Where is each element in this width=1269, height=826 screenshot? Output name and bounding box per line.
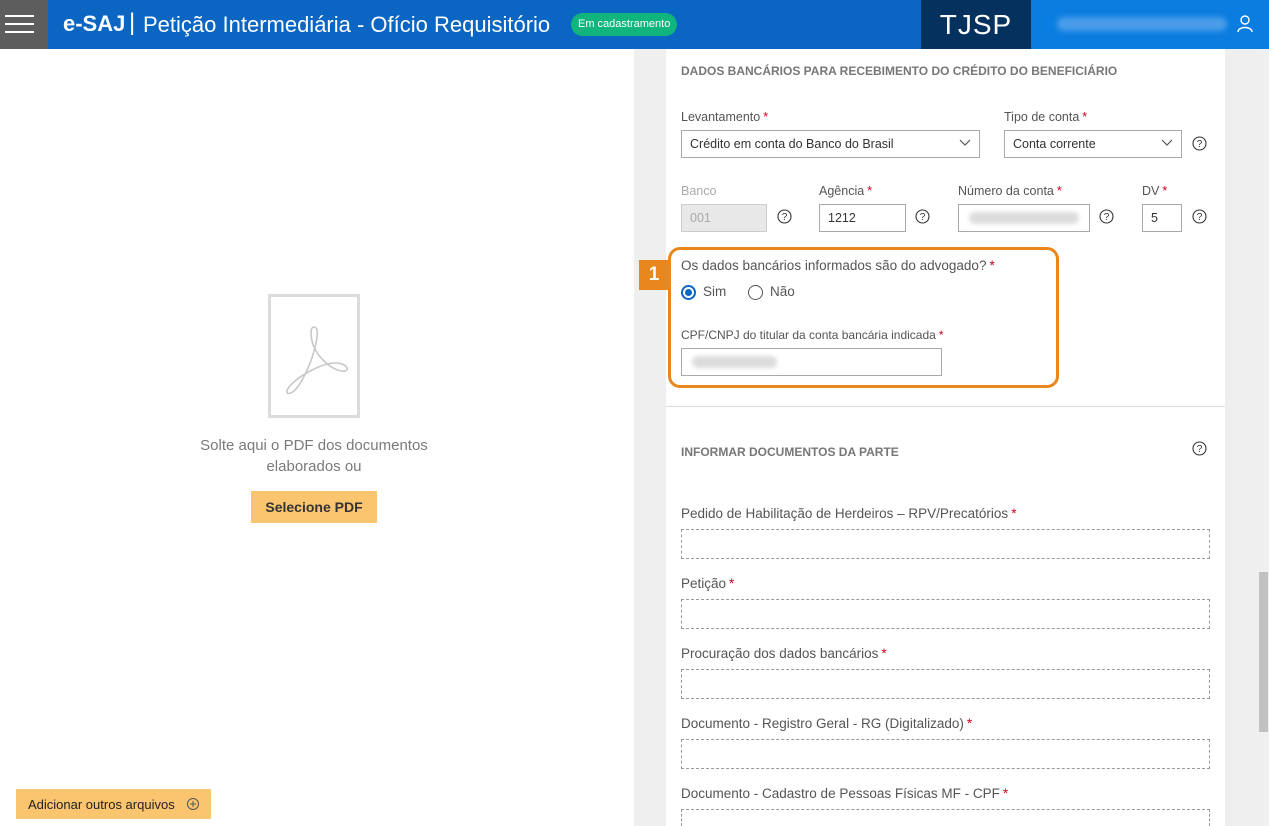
banco-input: 001 [681,204,767,232]
document-label-text: Procuração dos dados bancários [681,646,879,661]
required-mark: * [938,328,944,342]
document-label-habilitacao: Pedido de Habilitação de Herdeiros – RPV… [681,506,1016,521]
agencia-input[interactable]: 1212 [819,204,906,232]
dv-label: DV * [1142,184,1167,198]
agencia-label: Agência * [819,184,872,198]
svg-text:?: ? [782,212,788,223]
cpf-cnpj-input[interactable] [681,348,942,376]
add-files-label: Adicionar outros arquivos [28,796,175,812]
top-header: e-SAJ | Petição Intermediária - Ofício R… [0,0,1269,49]
numero-conta-label: Número da conta * [958,184,1062,198]
levantamento-label: Levantamento * [681,110,768,124]
svg-text:?: ? [1197,212,1203,223]
document-label-text: Pedido de Habilitação de Herdeiros – RPV… [681,506,1009,521]
dv-label-text: DV [1142,184,1160,198]
hamburger-menu-button[interactable] [0,0,48,49]
menu-icon-line [5,15,34,17]
section-divider [666,406,1225,407]
required-mark: * [1162,184,1168,198]
plus-circle-icon [187,798,199,810]
tipo-conta-label-text: Tipo de conta [1004,110,1080,124]
user-name-redacted [1057,17,1227,31]
svg-text:?: ? [1104,212,1110,223]
required-mark: * [989,258,995,273]
bank-section-title: DADOS BANCÁRIOS PARA RECEBIMENTO DO CRÉD… [681,64,1118,78]
tipo-conta-value: Conta corrente [1013,137,1096,151]
numero-conta-input[interactable] [958,204,1090,232]
help-icon[interactable]: ? [1192,209,1207,224]
user-menu[interactable] [1031,0,1269,49]
chevron-down-icon [1161,139,1173,146]
document-label-text: Documento - Registro Geral - RG (Digital… [681,716,964,731]
agencia-label-text: Agência [819,184,865,198]
required-mark: * [966,716,973,731]
required-mark: * [1011,506,1017,521]
pdf-drop-panel[interactable]: Solte aqui o PDF dos documentos elaborad… [0,49,634,826]
required-mark: * [1056,184,1062,198]
document-drop-zone-rg[interactable] [681,739,1210,769]
title-separator: | [129,9,136,36]
required-mark: * [1082,110,1088,124]
cpf-cnpj-label-text: CPF/CNPJ do titular da conta bancária in… [681,328,936,342]
document-drop-zone-habilitacao[interactable] [681,529,1210,559]
radio-nao-label[interactable]: Não [770,284,795,299]
numero-conta-label-text: Número da conta [958,184,1054,198]
help-icon[interactable]: ? [915,209,930,224]
levantamento-select[interactable]: Crédito em conta do Banco do Brasil [681,130,980,158]
select-pdf-button[interactable]: Selecione PDF [251,491,377,523]
page-title: Petição Intermediária - Ofício Requisitó… [143,12,551,37]
levantamento-value: Crédito em conta do Banco do Brasil [690,137,894,151]
document-label-rg: Documento - Registro Geral - RG (Digital… [681,716,972,731]
required-mark: * [881,646,887,661]
required-mark: * [1002,786,1009,801]
radio-nao[interactable] [748,285,763,300]
documents-section-title: INFORMAR DOCUMENTOS DA PARTE [681,445,899,459]
drop-instructions: Solte aqui o PDF dos documentos elaborad… [200,437,428,475]
dv-input[interactable]: 5 [1142,204,1182,232]
lawyer-question-text: Os dados bancários informados são do adv… [681,258,987,273]
document-label-peticao: Petição * [681,576,734,591]
document-label-text: Documento - Cadastro de Pessoas Físicas … [681,786,1000,801]
document-label-procuracao: Procuração dos dados bancários * [681,646,887,661]
chevron-down-icon [959,139,971,146]
svg-text:?: ? [1197,444,1203,455]
tipo-conta-label: Tipo de conta * [1004,110,1087,124]
required-mark: * [763,110,769,124]
levantamento-label-text: Levantamento [681,110,761,124]
step-number-badge: 1 [639,260,669,290]
radio-sim[interactable] [681,285,696,300]
document-drop-zone-procuracao[interactable] [681,669,1210,699]
redacted-value [692,356,777,368]
pdf-icon [268,294,360,418]
help-icon[interactable]: ? [1192,441,1207,456]
help-icon[interactable]: ? [777,209,792,224]
document-label-text: Petição [681,576,727,591]
menu-icon-line [5,23,34,25]
required-mark: * [729,576,735,591]
scrollbar-thumb[interactable] [1259,572,1268,732]
banco-label: Banco [681,184,717,198]
user-icon[interactable] [1237,15,1253,33]
form-card [666,49,1225,826]
tipo-conta-select[interactable]: Conta corrente [1004,130,1182,158]
document-drop-zone-peticao[interactable] [681,599,1210,629]
app-brand[interactable]: e-SAJ [63,11,125,37]
radio-sim-label[interactable]: Sim [703,284,726,299]
svg-text:?: ? [1197,139,1203,150]
status-badge: Em cadastramento [571,13,678,36]
help-icon[interactable]: ? [1099,209,1114,224]
lawyer-question-label: Os dados bancários informados são do adv… [681,258,995,273]
required-mark: * [867,184,873,198]
add-other-files-button[interactable]: Adicionar outros arquivos [16,789,211,819]
document-label-cpf: Documento - Cadastro de Pessoas Físicas … [681,786,1008,801]
help-icon[interactable]: ? [1192,136,1207,151]
cpf-cnpj-label: CPF/CNPJ do titular da conta bancária in… [681,328,943,342]
document-drop-zone-cpf[interactable] [681,809,1210,826]
menu-icon-line [5,31,34,33]
court-logo: TJSP [921,0,1031,49]
redacted-value [969,212,1079,224]
svg-text:?: ? [920,212,926,223]
